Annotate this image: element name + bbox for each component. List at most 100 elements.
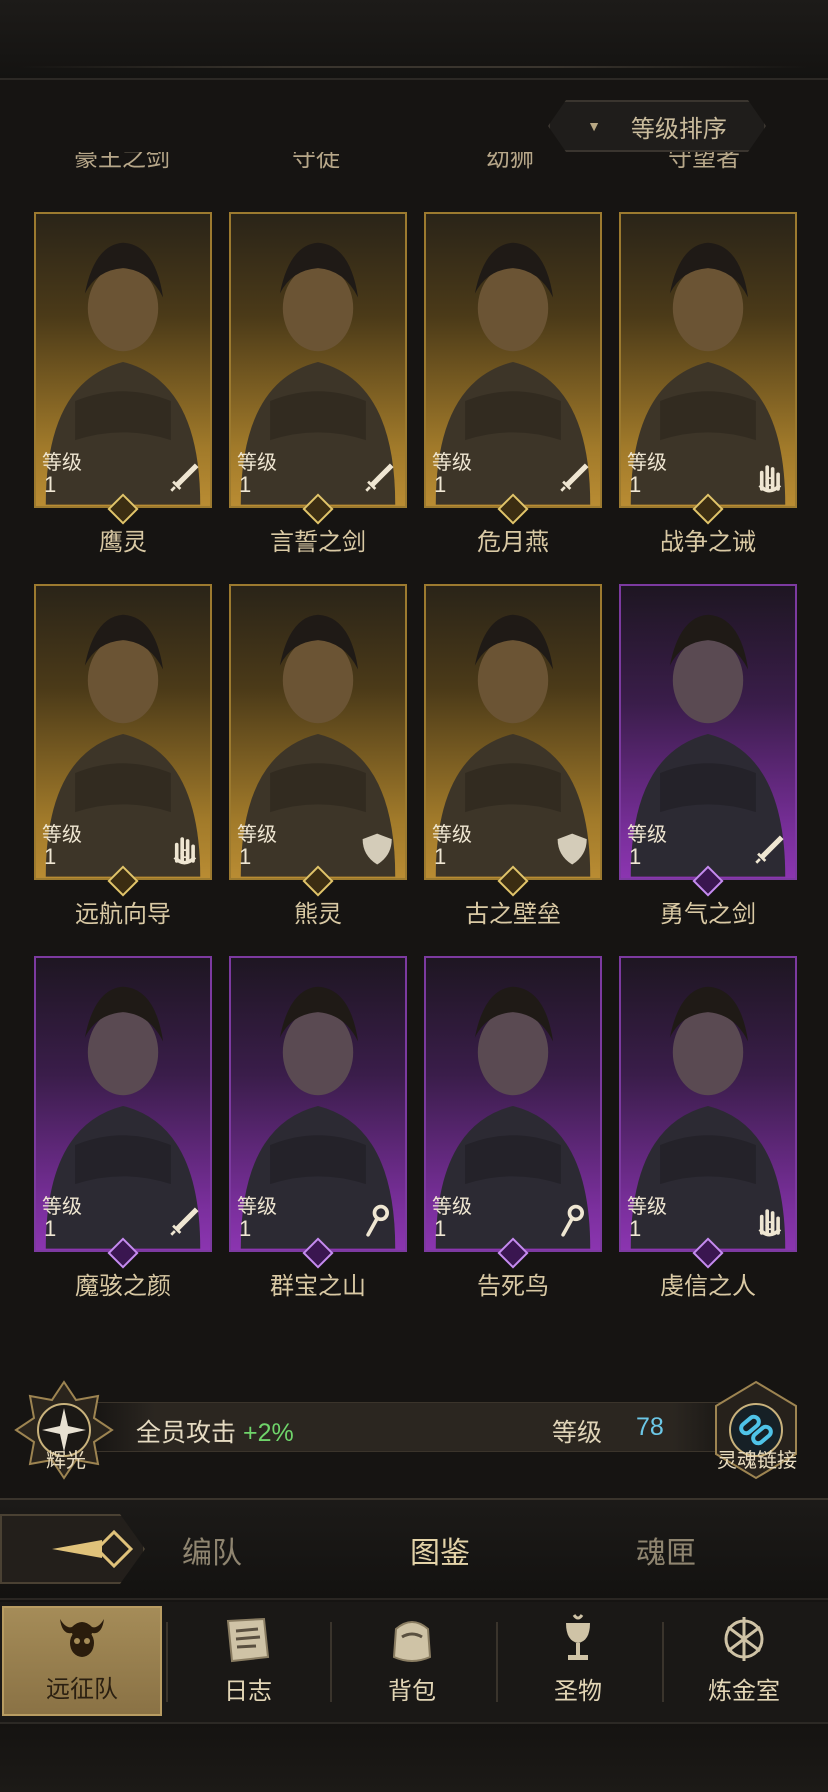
- scroll-icon: [226, 1617, 270, 1663]
- sword-icon: [365, 463, 394, 492]
- hero-card[interactable]: 等级 1: [424, 584, 602, 880]
- nav-label: 远征队: [46, 1676, 118, 1703]
- hero-name: 古之壁垒: [465, 901, 561, 928]
- tab-soul-box[interactable]: 魂匣: [636, 1528, 696, 1572]
- level-value: 1: [44, 844, 57, 869]
- nav-backpack[interactable]: 背包: [332, 1606, 492, 1716]
- hero-card[interactable]: 等级 1: [619, 584, 797, 880]
- level-value: 1: [434, 1216, 447, 1241]
- hero-name: 鹰灵: [99, 529, 147, 556]
- level-label: 等级: [627, 1196, 667, 1218]
- hero-card[interactable]: 等级 1: [229, 212, 407, 508]
- level-label: 等级: [432, 452, 472, 474]
- tab-formation[interactable]: 编队: [182, 1528, 242, 1572]
- hand-icon: [758, 465, 782, 493]
- arrow-left-icon: [52, 1529, 134, 1569]
- hero-card[interactable]: 等级 1: [229, 956, 407, 1252]
- tab-codex[interactable]: 图鉴: [410, 1528, 470, 1572]
- level-value: 1: [239, 1216, 252, 1241]
- hero-name: 守望者: [668, 152, 740, 172]
- hero-name: 战争之诫: [660, 529, 756, 556]
- hero-card[interactable]: 等级 1: [424, 956, 602, 1252]
- attack-label: 全员攻击: [136, 1419, 237, 1447]
- soul-link-level-value: 78: [636, 1413, 664, 1441]
- level-label: 等级: [237, 452, 277, 474]
- hero-card[interactable]: 等级 1: [619, 212, 797, 508]
- level-value: 1: [629, 844, 642, 869]
- bottom-frame: [0, 1722, 828, 1792]
- hero-card[interactable]: 等级 1: [34, 956, 212, 1252]
- soul-link-level-label: 等级: [552, 1419, 603, 1447]
- nav-label: 炼金室: [708, 1678, 780, 1705]
- nav-label: 圣物: [554, 1678, 602, 1705]
- level-value: 1: [434, 472, 447, 497]
- hero-name: 勇气之剑: [660, 901, 756, 928]
- shield-icon: [557, 833, 587, 865]
- hero-card[interactable]: 等级 1: [34, 212, 212, 508]
- staff-icon: [366, 1204, 389, 1237]
- hero-name: 远航向导: [75, 901, 171, 928]
- hero-card[interactable]: 等级 1: [619, 956, 797, 1252]
- bag-icon: [392, 1621, 432, 1662]
- level-label: 等级: [42, 452, 82, 474]
- hand-icon: [758, 1209, 782, 1237]
- nav-relics[interactable]: 圣物: [498, 1606, 658, 1716]
- nav-alchemy[interactable]: 炼金室: [664, 1606, 824, 1716]
- dropdown-triangle-icon: ▼: [587, 118, 601, 134]
- sword-icon: [755, 835, 784, 864]
- horned-skull-icon: [60, 1619, 104, 1657]
- level-label: 等级: [432, 824, 472, 846]
- hero-name: 告死鸟: [477, 1273, 549, 1300]
- hero-card[interactable]: 等级 1: [34, 584, 212, 880]
- hero-card[interactable]: 等级 1: [424, 212, 602, 508]
- top-frame: [0, 0, 828, 80]
- sort-by-level-button[interactable]: ▼ 等级排序: [548, 100, 766, 152]
- level-label: 等级: [237, 1196, 277, 1218]
- hero-name: 熊灵: [294, 901, 342, 928]
- sort-label: 等级排序: [630, 115, 727, 143]
- chalice-icon: [566, 1614, 590, 1660]
- level-label: 等级: [42, 1196, 82, 1218]
- level-value: 1: [629, 472, 642, 497]
- hero-name: 魔骇之颜: [75, 1273, 171, 1300]
- nav-journal[interactable]: 日志: [168, 1606, 328, 1716]
- hero-name: 虔信之人: [660, 1273, 756, 1300]
- nav-label: 背包: [388, 1678, 436, 1705]
- hero-card[interactable]: 等级 1: [229, 584, 407, 880]
- radiance-label: 辉光: [46, 1450, 86, 1472]
- hero-name: 豪王之剑: [74, 152, 170, 172]
- level-label: 等级: [42, 824, 82, 846]
- hero-name: 群宝之山: [270, 1273, 366, 1300]
- hand-icon: [173, 837, 197, 865]
- level-value: 1: [239, 844, 252, 869]
- bonus-bar: 辉光 全员攻击 +2% 等级 78 灵魂链接: [0, 1360, 828, 1480]
- hero-name: 幼狮: [486, 152, 534, 172]
- level-label: 等级: [432, 1196, 472, 1218]
- nav-expedition[interactable]: 远征队: [2, 1606, 162, 1716]
- hero-name: 危月燕: [477, 529, 549, 556]
- sub-tab-bar: 编队 图鉴 魂匣: [0, 1498, 828, 1600]
- level-label: 等级: [237, 824, 277, 846]
- hero-name: 言誓之剑: [270, 529, 366, 556]
- previous-row-names: 豪王之剑 守徒 幼狮 守望者: [0, 152, 828, 182]
- sword-icon: [170, 463, 199, 492]
- sword-icon: [170, 1207, 199, 1236]
- level-value: 1: [629, 1216, 642, 1241]
- soul-link-label: 灵魂链接: [717, 1450, 797, 1472]
- bottom-nav: 远征队 日志 背包 圣物 炼金室: [0, 1602, 828, 1722]
- team-attack-bonus: 全员攻击 +2%: [136, 1413, 294, 1449]
- level-value: 1: [434, 844, 447, 869]
- level-value: 1: [239, 472, 252, 497]
- shield-icon: [362, 833, 392, 865]
- attack-value: +2%: [242, 1419, 294, 1447]
- level-value: 1: [44, 1216, 57, 1241]
- staff-icon: [561, 1204, 584, 1237]
- nav-label: 日志: [224, 1678, 272, 1705]
- level-value: 1: [44, 472, 57, 497]
- sword-icon: [560, 463, 589, 492]
- level-label: 等级: [627, 452, 667, 474]
- hero-name: 守徒: [292, 152, 340, 172]
- back-arrow-button[interactable]: [0, 1514, 145, 1584]
- level-label: 等级: [627, 824, 667, 846]
- alchemy-icon: [724, 1617, 764, 1661]
